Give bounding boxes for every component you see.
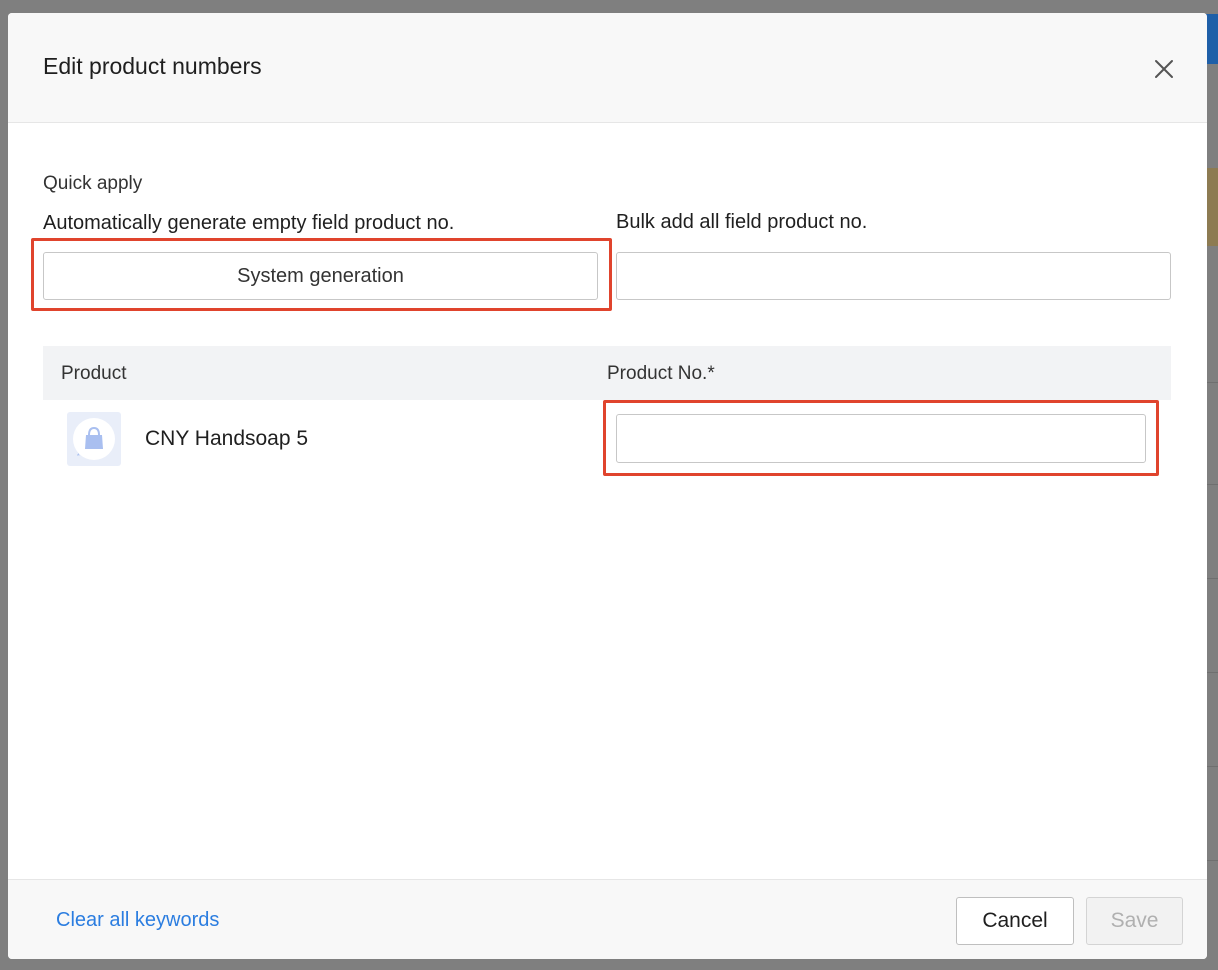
column-header-product-no: Product No.*	[607, 363, 715, 384]
close-icon	[1155, 60, 1173, 78]
background-notice	[1206, 168, 1218, 246]
background-divider	[1206, 382, 1218, 383]
generate-label: Automatically generate empty field produ…	[43, 212, 455, 234]
background-divider	[1206, 484, 1218, 485]
system-generation-button[interactable]: System generation	[43, 252, 598, 300]
product-no-input[interactable]	[616, 414, 1146, 463]
cancel-button[interactable]: Cancel	[956, 897, 1074, 945]
edit-product-numbers-dialog: Edit product numbers Quick apply Automat…	[8, 13, 1207, 959]
bulk-product-no-input[interactable]	[616, 252, 1171, 300]
dialog-title: Edit product numbers	[43, 53, 262, 79]
background-divider	[1206, 578, 1218, 579]
dialog-header: Edit product numbers	[8, 13, 1207, 123]
table-header: Product Product No.*	[43, 346, 1171, 400]
column-header-product: Product	[61, 363, 127, 384]
dialog-footer: Clear all keywords Cancel Save	[8, 879, 1207, 959]
product-thumbnail	[67, 412, 121, 466]
quick-apply-heading: Quick apply	[43, 173, 143, 194]
table-row: CNY Handsoap 5	[43, 400, 1171, 478]
background-divider	[1206, 766, 1218, 767]
shopping-bag-icon	[73, 418, 115, 460]
save-button[interactable]: Save	[1086, 897, 1183, 945]
background-divider	[1206, 672, 1218, 673]
product-name: CNY Handsoap 5	[145, 427, 309, 450]
background-divider	[1206, 860, 1218, 861]
clear-all-keywords-link[interactable]: Clear all keywords	[56, 909, 219, 932]
bulk-add-label: Bulk add all field product no.	[616, 211, 868, 233]
close-button[interactable]	[1150, 55, 1178, 83]
